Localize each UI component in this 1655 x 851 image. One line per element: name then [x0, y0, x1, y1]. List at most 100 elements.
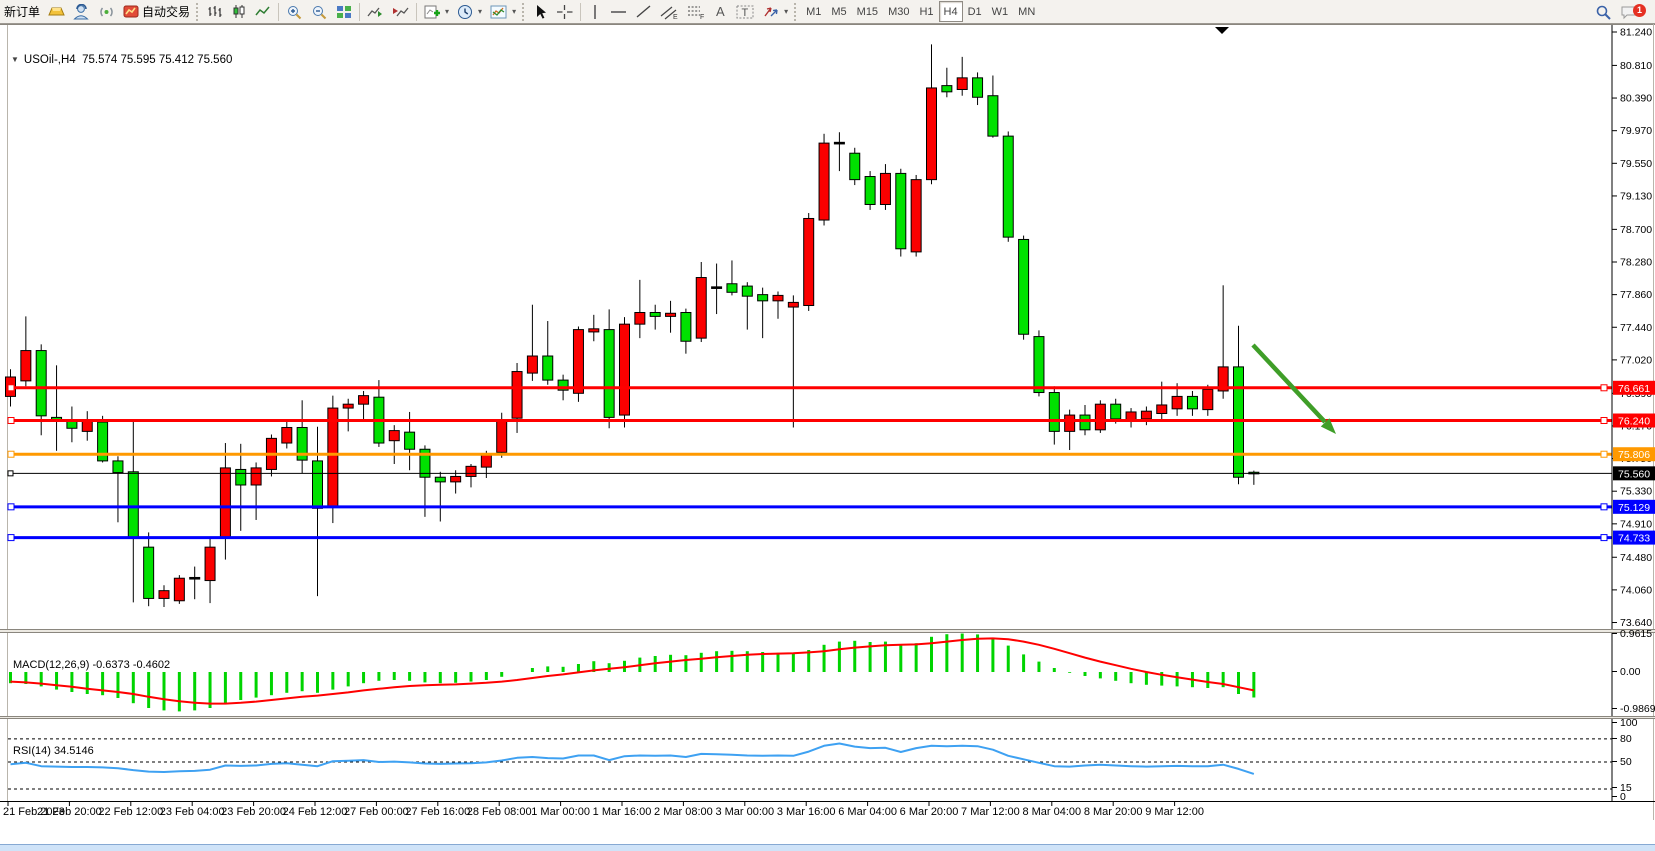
price-axis-tick-label: 81.240	[1620, 27, 1652, 39]
auto-trading-icon	[123, 4, 139, 19]
hline-75806-handle-left[interactable]	[8, 451, 14, 457]
hline-tool-button[interactable]	[607, 2, 630, 22]
new-chart-button[interactable]: ▾	[421, 2, 452, 22]
candle	[880, 173, 890, 204]
timeframe-h4-button[interactable]: H4	[939, 1, 963, 22]
zoom-in-button[interactable]	[283, 2, 306, 22]
toolbar-separator	[580, 3, 581, 21]
toolbar-grip	[794, 3, 799, 21]
candle	[113, 461, 123, 473]
hline-75806-handle-right[interactable]	[1601, 451, 1607, 457]
time-axis-label: 27 Feb 00:00	[344, 806, 409, 818]
macd-axis-label: 0.00	[1620, 666, 1641, 678]
window-bottom-edge	[0, 844, 1655, 851]
new-order-button[interactable]: 新订单	[1, 2, 43, 22]
label-tool-button[interactable]: T	[733, 2, 757, 22]
line-chart-mode-button[interactable]	[252, 2, 274, 22]
templates-button[interactable]: ▾	[487, 2, 519, 22]
chart-window: ▼USOil-,H4 75.574 75.595 75.412 75.560 M…	[0, 24, 1655, 820]
candle	[451, 476, 461, 481]
bar-chart-mode-button[interactable]	[204, 2, 226, 22]
hline-74733-handle-right[interactable]	[1601, 535, 1607, 541]
candle	[1234, 367, 1244, 477]
hline-76661-handle-left[interactable]	[8, 385, 14, 391]
zoom-out-button[interactable]	[308, 2, 331, 22]
ohlc-values: 75.574 75.595 75.412 75.560	[82, 54, 232, 66]
hline-76661-handle-right[interactable]	[1601, 385, 1607, 391]
candle	[742, 286, 752, 296]
candle	[174, 578, 184, 601]
timeframe-d1-button[interactable]: D1	[963, 1, 987, 22]
toolbar-grip	[196, 3, 201, 21]
macd-axis-label: -0.9869	[1620, 703, 1655, 715]
crosshair-tool-button[interactable]	[553, 2, 576, 22]
toolbar-separator	[359, 3, 360, 21]
cursor-tool-button[interactable]	[530, 2, 551, 22]
timeframe-m30-button[interactable]: M30	[883, 1, 914, 22]
tile-windows-button[interactable]	[333, 2, 355, 22]
time-axis-label: 6 Mar 20:00	[900, 806, 959, 818]
main-toolbar: 新订单 自动交易 ▾ ▾	[0, 0, 1655, 24]
candle	[313, 461, 323, 508]
timeframe-w1-button[interactable]: W1	[987, 1, 1014, 22]
candle	[1187, 396, 1197, 408]
support-person-icon	[73, 4, 90, 20]
candle	[1203, 389, 1213, 409]
candle	[1157, 405, 1167, 414]
candlestick-mode-button[interactable]	[228, 2, 250, 22]
fibonacci-tool-button[interactable]: F	[684, 2, 709, 22]
vline-tool-button[interactable]	[585, 2, 605, 22]
chart-ohlc-title[interactable]: ▼ USOil-,H4 75.574 75.595 75.412 75.560	[11, 54, 232, 66]
candle	[988, 96, 998, 136]
deposit-gold-button[interactable]	[45, 2, 68, 22]
signals-button[interactable]	[95, 2, 118, 22]
price-axis-tick-label: 77.020	[1620, 354, 1652, 366]
candle	[328, 408, 338, 507]
auto-trading-button[interactable]: 自动交易	[120, 2, 193, 22]
auto-scroll-button[interactable]	[364, 2, 387, 22]
candle	[190, 577, 200, 579]
notifications-button[interactable]: 1	[1617, 2, 1641, 22]
trendline-tool-button[interactable]	[632, 2, 655, 22]
timeframe-h1-button[interactable]: H1	[914, 1, 938, 22]
hline-74733-handle-left[interactable]	[8, 535, 14, 541]
time-axis-label: 2 Mar 08:00	[654, 806, 713, 818]
chart-canvas[interactable]: 81.24080.81080.39079.97079.55079.13078.7…	[0, 24, 1655, 820]
candle	[620, 324, 630, 415]
timeframe-m1-button[interactable]: M1	[801, 1, 826, 22]
time-axis-label: 24 Feb 12:00	[283, 806, 348, 818]
candle	[911, 180, 921, 252]
new-chart-icon	[424, 4, 441, 20]
one-click-trading-caret-icon[interactable]: ▼	[11, 55, 19, 64]
timeframe-bar: M1M5M15M30H1H4D1W1MN	[801, 1, 1040, 22]
channel-tool-button[interactable]: E	[657, 2, 682, 22]
hline-76240-handle-right[interactable]	[1601, 418, 1607, 424]
timeframe-mn-button[interactable]: MN	[1013, 1, 1040, 22]
time-axis-label: 7 Mar 12:00	[961, 806, 1020, 818]
hline-75129-handle-right[interactable]	[1601, 504, 1607, 510]
search-button[interactable]	[1592, 2, 1615, 22]
support-button[interactable]	[70, 2, 93, 22]
price-tag-label: 74.733	[1618, 533, 1650, 545]
symbol-timeframe-label: USOil-,H4	[24, 54, 76, 66]
hline-76240-handle-left[interactable]	[8, 418, 14, 424]
toolbar-separator	[278, 3, 279, 21]
candle	[957, 78, 967, 90]
text-tool-button[interactable]: A	[711, 2, 731, 22]
shapes-tool-button[interactable]: ▾	[759, 2, 791, 22]
chart-shift-button[interactable]	[389, 2, 412, 22]
cursor-icon	[533, 4, 548, 20]
price-axis-tick-label: 78.280	[1620, 256, 1652, 268]
candle	[497, 420, 507, 453]
candle	[1019, 239, 1029, 334]
timeframe-m5-button[interactable]: M5	[826, 1, 851, 22]
zoom-out-icon	[311, 4, 328, 20]
hline-75129-handle-left[interactable]	[8, 504, 14, 510]
macd-axis-label: 0.9615	[1620, 628, 1652, 640]
current-price-line-handle[interactable]	[8, 471, 13, 476]
dropdown-caret-icon: ▾	[445, 7, 449, 16]
timeframe-m15-button[interactable]: M15	[852, 1, 883, 22]
periods-button[interactable]: ▾	[454, 2, 485, 22]
candle	[527, 356, 537, 373]
candle	[819, 143, 829, 220]
